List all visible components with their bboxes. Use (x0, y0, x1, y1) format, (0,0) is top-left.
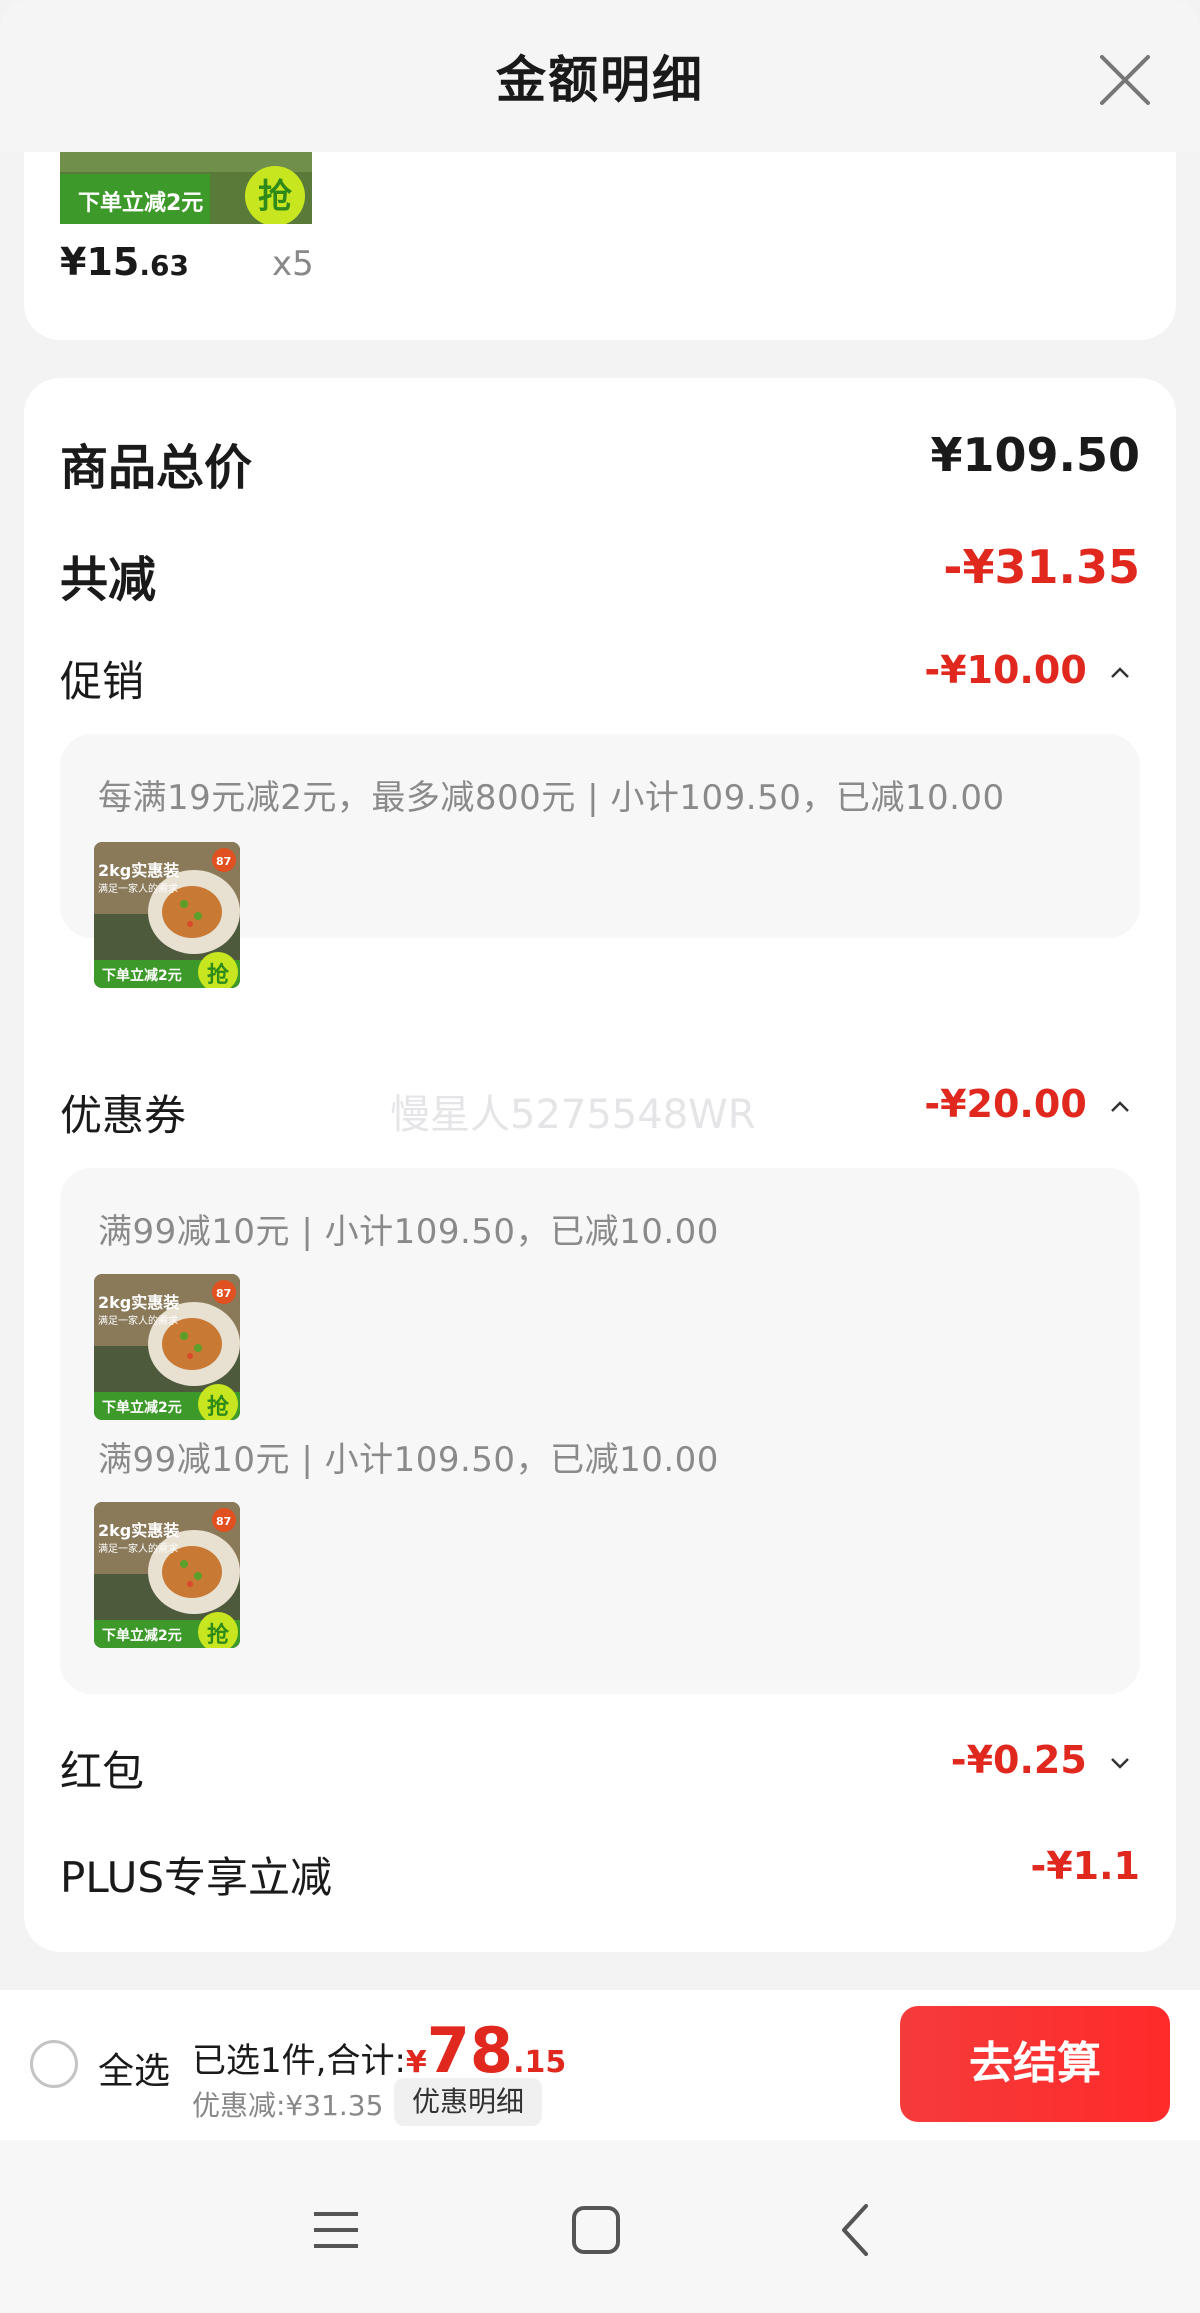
thumb-headline: 2kg实惠装 (98, 1521, 179, 1540)
order-summary: 已选1件,合计:¥78.15 (192, 2014, 566, 2087)
coupon-detail-text: 满99减10元 | 小计109.50，已减10.00 (98, 1440, 719, 1480)
product-price: ¥15.63 (60, 240, 189, 284)
home-icon[interactable] (556, 2190, 636, 2270)
coupon-product-thumb[interactable]: 87 2kg实惠装满足一家人的需求抢 下单立减2元 (94, 1502, 240, 1648)
thumb-subline: 满足一家人的需求 (98, 882, 178, 895)
total-amount: ¥78.15 (405, 2014, 567, 2087)
amount-dec: .15 (513, 2045, 567, 2080)
thumb-subline: 满足一家人的需求 (98, 1542, 178, 1555)
red-packet-value-wrap: -¥0.25 (951, 1738, 1132, 1782)
promotion-detail-text: 每满19元减2元，最多减800元 | 小计109.50，已减10.00 (98, 778, 1005, 818)
chevron-up-icon[interactable] (1108, 1095, 1132, 1119)
amount-breakdown-card: 商品总价 ¥109.50 共减 -¥31.35 促销 -¥10.00 每满19元… (24, 378, 1176, 1952)
thumb-badge: 87 (216, 855, 231, 868)
thumb-grab: 抢 (207, 1622, 230, 1648)
close-icon[interactable] (1090, 45, 1160, 115)
amount-currency: ¥ (405, 2045, 427, 2080)
chevron-up-icon[interactable] (1108, 661, 1132, 685)
thumb-badge: 87 (216, 1287, 231, 1300)
checkout-button[interactable]: 去结算 (900, 2006, 1170, 2122)
product-card: 抢 下单立减2元 ¥15.63 x5 (24, 152, 1176, 340)
promotion-detail-box: 每满19元减2元，最多减800元 | 小计109.50，已减10.00 87 2k… (60, 734, 1140, 988)
red-packet-label: 红包 (60, 1747, 145, 1796)
coupon-detail-box: 满99减10元 | 小计109.50，已减10.00 87 2kg实惠装 满足一家人… (60, 1168, 1140, 1694)
amount-detail-sheet: 金额明细 抢 下单立减2元 ¥15.63 x5 商品总价 ¥109.50 共减 … (0, 0, 1200, 2313)
promotion-product-thumb[interactable]: 87 2kg实惠装满足一家人的需求抢 下单立减2元 (94, 842, 240, 988)
thumb-grab: 抢 (207, 1394, 230, 1420)
total-discount-label: 共减 (60, 552, 157, 608)
discount-detail-button[interactable]: 优惠明细 (394, 2078, 543, 2126)
coupon-detail-text: 满99减10元 | 小计109.50，已减10.00 (98, 1212, 719, 1252)
thumb-headline: 2kg实惠装 (98, 1293, 179, 1312)
price-decimal: .63 (139, 249, 189, 282)
menu-icon[interactable] (296, 2190, 376, 2270)
coupon-product-thumb[interactable]: 87 2kg实惠装满足一家人的需求抢 下单立减2元 (94, 1274, 240, 1420)
promo-banner-label: 下单立减2元 (78, 190, 203, 216)
thumb-subline: 满足一家人的需求 (98, 1314, 178, 1327)
watermark: 慢星人5275548WR (390, 1092, 756, 1138)
coupon-label: 优惠券 (60, 1091, 187, 1140)
goods-total-value: ¥109.50 (930, 428, 1140, 482)
red-packet-value: -¥0.25 (950, 1738, 1087, 1782)
thumb-banner: 下单立减2元 (102, 1627, 182, 1644)
product-image[interactable]: 抢 下单立减2元 (60, 152, 312, 224)
amount-int: 78 (426, 2014, 514, 2087)
thumb-banner: 下单立减2元 (102, 1399, 182, 1416)
total-discount-row: 共减 -¥31.35 (60, 540, 1140, 608)
back-icon[interactable] (816, 2190, 896, 2270)
coupon-value: -¥20.00 (924, 1082, 1087, 1126)
promotion-value: -¥10.00 (924, 648, 1087, 692)
thumb-badge: 87 (216, 1515, 231, 1528)
plus-discount-row: PLUS专享立减 -¥1.1 (60, 1844, 1140, 1904)
select-all-checkbox[interactable] (30, 2040, 78, 2088)
total-discount-value: -¥31.35 (943, 540, 1140, 594)
thumb-banner: 下单立减2元 (102, 967, 182, 984)
plus-value: -¥1.1 (1030, 1844, 1140, 1888)
discount-summary: 优惠减:¥31.35 (192, 2089, 384, 2122)
goods-total-label: 商品总价 (60, 440, 253, 496)
thumb-grab: 抢 (207, 962, 230, 988)
select-all-label[interactable]: 全选 (98, 2042, 170, 2094)
product-quantity: x5 (272, 244, 314, 284)
chevron-down-icon[interactable] (1108, 1751, 1132, 1775)
price-main: ¥15 (60, 240, 140, 284)
thumb-headline: 2kg实惠装 (98, 861, 179, 880)
grab-label: 抢 (258, 177, 293, 217)
selected-text: 已选1件,合计: (192, 2041, 406, 2081)
red-packet-row[interactable]: 红包 -¥0.25 (60, 1738, 1140, 1798)
promotion-label: 促销 (60, 657, 145, 706)
coupon-value-wrap: -¥20.00 (924, 1082, 1132, 1126)
promotion-value-wrap: -¥10.00 (924, 648, 1132, 692)
plus-label: PLUS专享立减 (60, 1853, 333, 1902)
sheet-header: 金额明细 (0, 0, 1200, 152)
promotion-row[interactable]: 促销 -¥10.00 (60, 648, 1140, 708)
goods-total-row: 商品总价 ¥109.50 (60, 428, 1140, 496)
page-title: 金额明细 (496, 51, 704, 109)
